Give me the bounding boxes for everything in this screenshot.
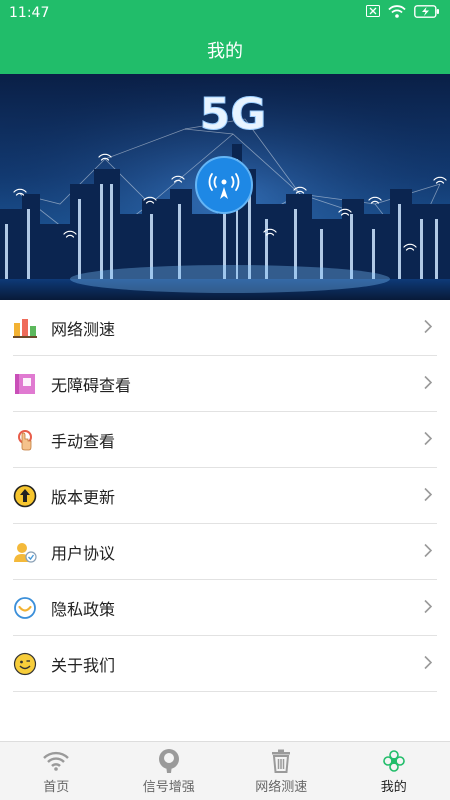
wifi-icon: [388, 4, 406, 22]
menu-item-label: 版本更新: [51, 488, 116, 507]
menu-item-label: 用户协议: [51, 544, 116, 563]
chevron-right-icon: [424, 375, 433, 394]
menu-item-label: 手动查看: [51, 432, 116, 451]
signal-boost-icon: [156, 748, 182, 774]
user-agreement-icon: [13, 540, 37, 564]
tab-label: 信号增强: [142, 779, 195, 795]
status-time: 11:47: [9, 5, 50, 21]
menu-item-label: 网络测速: [51, 320, 116, 339]
menu-item-manual-check[interactable]: 手动查看: [0, 412, 450, 468]
speed-test-icon: [13, 316, 37, 340]
menu-item-label: 无障碍查看: [51, 376, 132, 395]
menu-item-label: 关于我们: [51, 656, 116, 675]
accessibility-book-icon: [13, 372, 37, 396]
bottom-tab-bar: 首页 信号增强 网络测速 我的: [0, 741, 450, 800]
tab-mine[interactable]: 我的: [338, 742, 450, 800]
chevron-right-icon: [424, 319, 433, 338]
header: 我的: [0, 26, 450, 74]
tab-label: 网络测速: [255, 779, 308, 795]
signal-rocket-icon: [195, 156, 253, 214]
page-title: 我的: [207, 41, 243, 62]
tab-label: 首页: [43, 779, 70, 795]
menu-item-accessibility[interactable]: 无障碍查看: [0, 356, 450, 412]
privacy-icon: [13, 596, 37, 620]
chevron-right-icon: [424, 655, 433, 674]
banner-image: 5G: [0, 74, 450, 300]
manual-hand-icon: [13, 428, 37, 452]
tab-speed-test[interactable]: 网络测速: [225, 742, 338, 800]
about-smiley-icon: [13, 652, 37, 676]
menu-item-speed-test[interactable]: 网络测速: [0, 300, 450, 356]
tab-signal-boost[interactable]: 信号增强: [113, 742, 226, 800]
menu-item-user-agreement[interactable]: 用户协议: [0, 524, 450, 580]
sim-off-icon: [366, 5, 380, 21]
status-bar: 11:47: [0, 0, 450, 26]
city-network-illustration: 5G: [0, 74, 450, 300]
tab-home[interactable]: 首页: [0, 742, 113, 800]
update-arrow-icon: [13, 484, 37, 508]
chevron-right-icon: [424, 431, 433, 450]
menu-item-label: 隐私政策: [51, 600, 116, 619]
menu-item-about-us[interactable]: 关于我们: [0, 636, 450, 692]
banner-headline: 5G: [200, 89, 267, 140]
tab-label: 我的: [380, 779, 407, 795]
menu-item-version-update[interactable]: 版本更新: [0, 468, 450, 524]
profile-flower-icon: [381, 748, 407, 774]
menu-list: 网络测速 无障碍查看 手动查看 版本更新 用户协议 隐私政策 关于我们: [0, 300, 450, 692]
menu-item-privacy[interactable]: 隐私政策: [0, 580, 450, 636]
battery-charging-icon: [414, 4, 440, 22]
chevron-right-icon: [424, 543, 433, 562]
trash-speed-icon: [268, 748, 294, 774]
status-icons: [366, 4, 440, 22]
chevron-right-icon: [424, 599, 433, 618]
wifi-home-icon: [43, 748, 70, 774]
chevron-right-icon: [424, 487, 433, 506]
